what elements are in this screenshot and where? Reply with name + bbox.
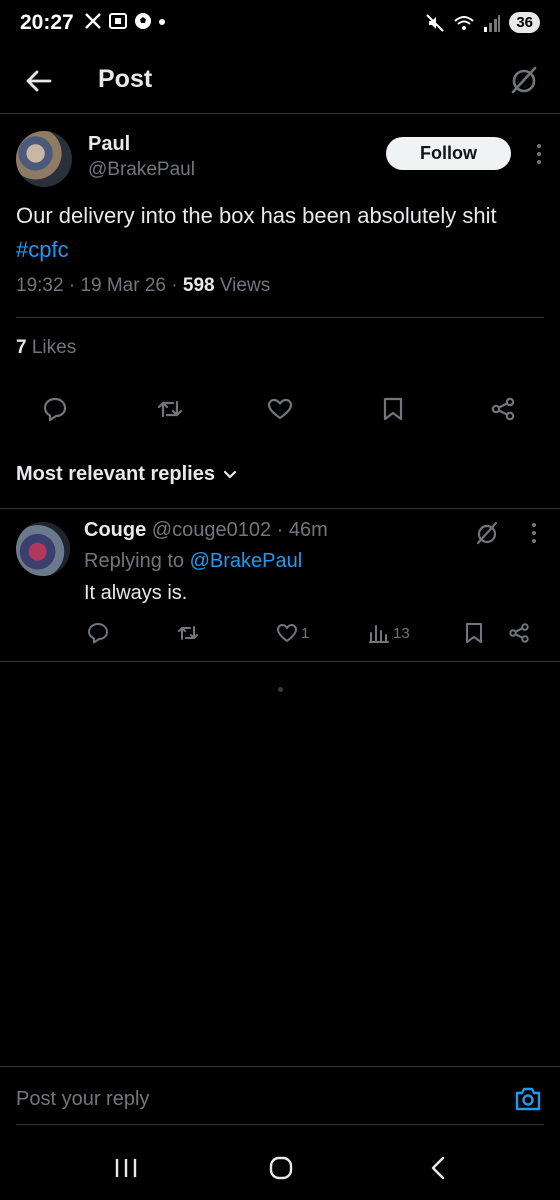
like-icon (277, 624, 297, 642)
recent-apps-icon[interactable] (113, 1157, 139, 1179)
repost-icon[interactable] (157, 396, 183, 422)
home-icon[interactable] (268, 1155, 294, 1181)
reply-share-button[interactable] (508, 622, 530, 644)
grok-icon[interactable] (508, 64, 540, 96)
reply-bookmark-button[interactable] (463, 622, 485, 644)
like-icon[interactable] (267, 396, 293, 422)
battery-level: 36 (509, 12, 540, 33)
reply-author-name[interactable]: Couge (84, 519, 146, 541)
post-action-bar (0, 396, 560, 426)
loading-indicator (278, 687, 283, 692)
views-count: 598 (182, 275, 215, 296)
replies-divider (0, 508, 560, 509)
share-icon (509, 623, 529, 643)
reply-views-count: 13 (393, 624, 410, 642)
status-time: 20:27 (20, 11, 74, 34)
reply-like-count: 1 (301, 624, 310, 642)
replying-to-mention[interactable]: @BrakePaul (190, 550, 303, 572)
page-title: Post (98, 65, 153, 93)
reply-header: Couge @couge0102 · 46m (84, 519, 328, 541)
top-header: Post (0, 52, 560, 110)
mute-icon (426, 13, 445, 32)
replies-sort-label: Most relevant replies (16, 463, 215, 485)
meta-divider (16, 317, 544, 318)
reply-grok-icon[interactable] (474, 520, 500, 546)
replies-sort-dropdown[interactable]: Most relevant replies (16, 463, 237, 486)
reply-text: It always is. (84, 582, 188, 604)
reply-action-bar: 1 13 (0, 622, 560, 648)
likes-label: Likes (26, 337, 77, 358)
system-back-icon[interactable] (428, 1155, 448, 1181)
reply-composer (0, 1066, 560, 1128)
status-bar: 20:27 36 (0, 0, 560, 52)
camera-icon[interactable] (514, 1086, 542, 1112)
composer-bottom-divider (16, 1124, 544, 1125)
back-arrow-icon[interactable] (24, 66, 54, 96)
reply-views-button[interactable]: 13 (368, 622, 410, 644)
football-icon (135, 13, 151, 29)
reply-like-button[interactable]: 1 (276, 622, 309, 644)
reply-icon[interactable] (42, 396, 68, 422)
views-icon (369, 625, 389, 643)
bookmark-icon (466, 623, 482, 643)
reply-author-handle[interactable]: @couge0102 (152, 519, 271, 541)
share-icon[interactable] (490, 396, 516, 422)
reply-input[interactable] (16, 1084, 486, 1114)
screenshot-icon (109, 13, 127, 29)
post-body: Our delivery into the box has been absol… (16, 203, 497, 228)
reply-divider (0, 661, 560, 662)
reply-reply-button[interactable] (87, 622, 109, 644)
post-time: 19:32 (16, 275, 64, 296)
chevron-down-icon (223, 470, 237, 479)
follow-button[interactable]: Follow (386, 137, 511, 170)
post-meta: 19:32 · 19 Mar 26 · 598 Views (16, 275, 271, 296)
reply-avatar[interactable] (16, 522, 70, 576)
likes-count: 7 (16, 337, 27, 358)
reply-repost-button[interactable] (177, 622, 199, 644)
repost-icon (178, 626, 198, 640)
reply-more-options-icon[interactable] (530, 522, 538, 544)
reply-icon (88, 623, 108, 644)
x-logo-icon (85, 13, 101, 29)
header-divider (0, 113, 560, 114)
dot-icon (159, 19, 165, 25)
status-notification-icons (84, 12, 166, 30)
hashtag-link[interactable]: #cpfc (16, 237, 69, 262)
replying-to: Replying to @BrakePaul (84, 550, 302, 573)
author-name[interactable]: Paul (88, 133, 130, 156)
more-options-icon[interactable] (534, 142, 544, 166)
post-text: Our delivery into the box has been absol… (16, 199, 536, 267)
wifi-icon (454, 15, 474, 30)
replying-to-prefix: Replying to (84, 550, 190, 572)
status-system-icons: 36 (425, 12, 540, 33)
signal-icon (484, 14, 501, 32)
post-date: 19 Mar 26 (80, 275, 166, 296)
author-handle[interactable]: @BrakePaul (88, 159, 195, 181)
reply-time: 46m (288, 519, 328, 541)
views-label: Views (214, 275, 271, 296)
bookmark-icon[interactable] (380, 396, 406, 422)
system-navigation-bar (0, 1130, 560, 1200)
likes-summary[interactable]: 7 Likes (16, 337, 76, 359)
author-avatar[interactable] (16, 131, 72, 187)
